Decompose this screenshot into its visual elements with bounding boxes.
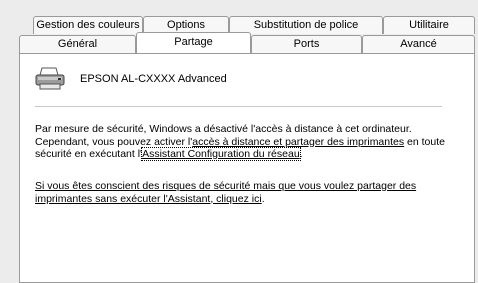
network-setup-wizard-link[interactable]: Assistant Configuration du réseau	[141, 147, 301, 161]
risk-message-period: .	[261, 192, 265, 205]
tab-utilitaire[interactable]: Utilitaire	[383, 16, 475, 34]
tab-general[interactable]: Général	[19, 35, 136, 53]
tab-ports[interactable]: Ports	[251, 35, 362, 53]
sharing-panel: EPSON AL-CXXXX Advanced Par mesure de sé…	[19, 53, 475, 283]
risk-message: Si vous êtes conscient des risques de sé…	[35, 180, 445, 205]
tab-gestion-des-couleurs[interactable]: Gestion des couleurs	[33, 16, 143, 34]
share-without-wizard-link[interactable]: Si vous êtes conscient des risques de sé…	[35, 180, 416, 205]
tab-substitution-de-police[interactable]: Substitution de police	[229, 16, 383, 34]
printer-icon	[35, 67, 65, 90]
remote-access-link[interactable]: accès à distance et partager des imprima…	[192, 136, 404, 148]
tab-partage[interactable]: Partage	[136, 32, 251, 53]
security-message: Par mesure de sécurité, Windows a désact…	[35, 123, 445, 161]
message-period: .	[299, 148, 303, 160]
separator	[35, 106, 442, 107]
tab-avance[interactable]: Avancé	[362, 35, 475, 53]
printer-name: EPSON AL-CXXXX Advanced	[80, 73, 227, 85]
